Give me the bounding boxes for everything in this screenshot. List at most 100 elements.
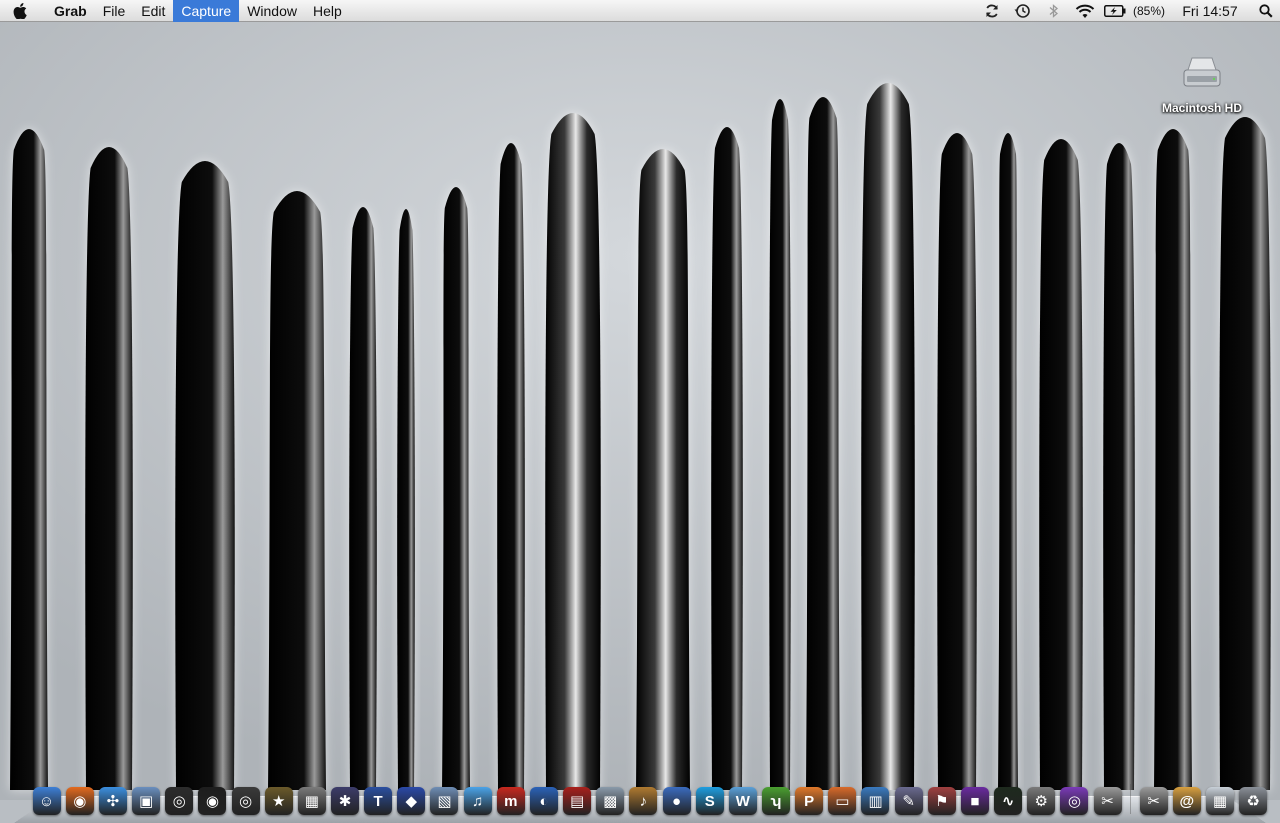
drive-label: Macintosh HD xyxy=(1161,101,1242,115)
dock-glyph: ▩ xyxy=(596,787,625,815)
wifi-icon[interactable] xyxy=(1069,0,1100,22)
battery-percent[interactable]: (85%) xyxy=(1130,0,1168,22)
image-capture-icon[interactable]: ▦ xyxy=(295,784,328,818)
miro-icon[interactable]: m xyxy=(494,784,527,818)
drip xyxy=(806,97,840,790)
menu-capture[interactable]: Capture xyxy=(173,0,240,22)
iphoto-icon[interactable]: ▧ xyxy=(428,784,461,818)
drip xyxy=(711,127,743,790)
app-menu-grab[interactable]: Grab xyxy=(40,0,95,22)
purple-app-icon[interactable]: ■ xyxy=(958,784,991,818)
drip xyxy=(349,207,377,790)
script-editor-icon[interactable]: ✎ xyxy=(892,784,925,818)
firefox-icon[interactable]: ◉ xyxy=(63,784,96,818)
downloads-stack-icon[interactable]: ▦ xyxy=(1203,784,1236,818)
dock-glyph: ▧ xyxy=(430,787,459,815)
dock-glyph: ◉ xyxy=(198,787,227,815)
bluetooth-icon[interactable] xyxy=(1038,0,1069,22)
dock-glyph: S xyxy=(695,787,724,815)
drip xyxy=(545,113,601,790)
imovie-icon[interactable]: ✱ xyxy=(328,784,361,818)
menu-clock[interactable]: Fri 14:57 xyxy=(1168,0,1252,22)
itunes-icon[interactable]: ♫ xyxy=(461,784,494,818)
dock-glyph: ▦ xyxy=(297,787,326,815)
wallpaper-drips xyxy=(0,22,1280,800)
word-icon[interactable]: W xyxy=(726,784,759,818)
lens-icon[interactable]: ◉ xyxy=(196,784,229,818)
dock-glyph: ■ xyxy=(960,787,989,815)
dock-glyph: P xyxy=(795,787,824,815)
hypnotic-icon[interactable]: ◎ xyxy=(1058,784,1091,818)
garageband-icon[interactable]: ♪ xyxy=(627,784,660,818)
preview-icon[interactable]: ▣ xyxy=(129,784,162,818)
menu-bar: Grab File Edit Capture Window Help (85%)… xyxy=(0,0,1280,22)
battery-charging-icon[interactable] xyxy=(1100,0,1130,22)
dock-glyph: ◎ xyxy=(231,787,260,815)
time-machine-icon[interactable] xyxy=(1007,0,1038,22)
star-icon[interactable]: ★ xyxy=(262,784,295,818)
hard-drive-icon xyxy=(1183,57,1221,87)
charts-icon[interactable]: ▥ xyxy=(859,784,892,818)
dock-separator xyxy=(1130,784,1132,814)
dock-glyph: ʮ xyxy=(762,787,791,815)
dock-glyph: ✱ xyxy=(330,787,359,815)
mail-stack-icon[interactable]: @ xyxy=(1170,784,1203,818)
dock-glyph: ▦ xyxy=(1206,787,1235,815)
dock-glyph: T xyxy=(364,787,393,815)
activity-monitor-icon[interactable]: ∿ xyxy=(992,784,1025,818)
menu-edit[interactable]: Edit xyxy=(133,0,173,22)
trash-icon[interactable]: ♻ xyxy=(1237,784,1270,818)
safari-icon[interactable]: ✣ xyxy=(96,784,129,818)
google-earth-icon[interactable]: ◐ xyxy=(527,784,560,818)
system-preferences-icon[interactable]: ⚙ xyxy=(1025,784,1058,818)
drip xyxy=(769,99,791,790)
apple-logo-icon[interactable] xyxy=(0,0,40,22)
desktop: Macintosh HD ☺ ◉ ✣ ▣ ◎ ◉ ◎ ★ ▦ ✱ T ◆ ▧ ♫ m ◐ ▤ ▩ ♪ ● S Wʮ P ▭ ▥ ✎… xyxy=(0,22,1280,823)
dock-glyph: ▤ xyxy=(563,787,592,815)
sync-icon[interactable] xyxy=(976,0,1007,22)
text-app-icon[interactable]: T xyxy=(362,784,395,818)
drip xyxy=(397,209,415,790)
grab-icon[interactable]: ✂ xyxy=(1091,784,1124,818)
drip xyxy=(937,133,977,790)
adium-icon[interactable]: ● xyxy=(660,784,693,818)
menu-file[interactable]: File xyxy=(95,0,134,22)
dock-glyph: W xyxy=(728,787,757,815)
utility-icon[interactable]: ⚑ xyxy=(925,784,958,818)
finder-icon[interactable]: ☺ xyxy=(30,784,63,818)
dock-icon-row: ☺ ◉ ✣ ▣ ◎ ◉ ◎ ★ ▦ ✱ T ◆ ▧ ♫ m ◐ ▤ ▩ ♪ ● S Wʮ P ▭ ▥ ✎ ⚑ ■ ∿ ⚙ ◎ ✂ ✂ @ ▦ ♻ xyxy=(30,778,1270,818)
macintosh-hd[interactable]: Macintosh HD xyxy=(1150,50,1254,115)
presentation-icon[interactable]: ▭ xyxy=(826,784,859,818)
menu-window[interactable]: Window xyxy=(239,0,305,22)
documents-stack-icon[interactable]: ✂ xyxy=(1137,784,1170,818)
drip xyxy=(497,143,525,790)
drip xyxy=(636,149,690,790)
dock-glyph: ✎ xyxy=(894,787,923,815)
drip xyxy=(10,129,48,790)
dock-glyph: ♻ xyxy=(1239,787,1268,815)
dock-glyph: ● xyxy=(662,787,691,815)
menu-help[interactable]: Help xyxy=(305,0,350,22)
green-app-icon[interactable]: ʮ xyxy=(759,784,792,818)
dock-glyph: ◎ xyxy=(1060,787,1089,815)
drip xyxy=(1103,143,1135,790)
spotlight-search-icon[interactable] xyxy=(1252,0,1280,22)
blue-cube-icon[interactable]: ◆ xyxy=(395,784,428,818)
dock-glyph: ∿ xyxy=(994,787,1023,815)
dock-glyph: ♪ xyxy=(629,787,658,815)
dock-glyph: ▥ xyxy=(861,787,890,815)
photo-booth-icon[interactable]: ◎ xyxy=(229,784,262,818)
drip xyxy=(861,83,915,790)
dock-glyph: ★ xyxy=(264,787,293,815)
slideshow-icon[interactable]: ▩ xyxy=(594,784,627,818)
powerpoint-icon[interactable]: P xyxy=(793,784,826,818)
photo-album-icon[interactable]: ▤ xyxy=(561,784,594,818)
dock-glyph: ⚙ xyxy=(1027,787,1056,815)
dock-glyph: ☺ xyxy=(32,787,61,815)
skype-icon[interactable]: S xyxy=(693,784,726,818)
dock-glyph: @ xyxy=(1172,787,1201,815)
camera-icon[interactable]: ◎ xyxy=(163,784,196,818)
dock-glyph: ⚑ xyxy=(927,787,956,815)
drip xyxy=(1154,129,1192,790)
dock-glyph: m xyxy=(496,787,525,815)
